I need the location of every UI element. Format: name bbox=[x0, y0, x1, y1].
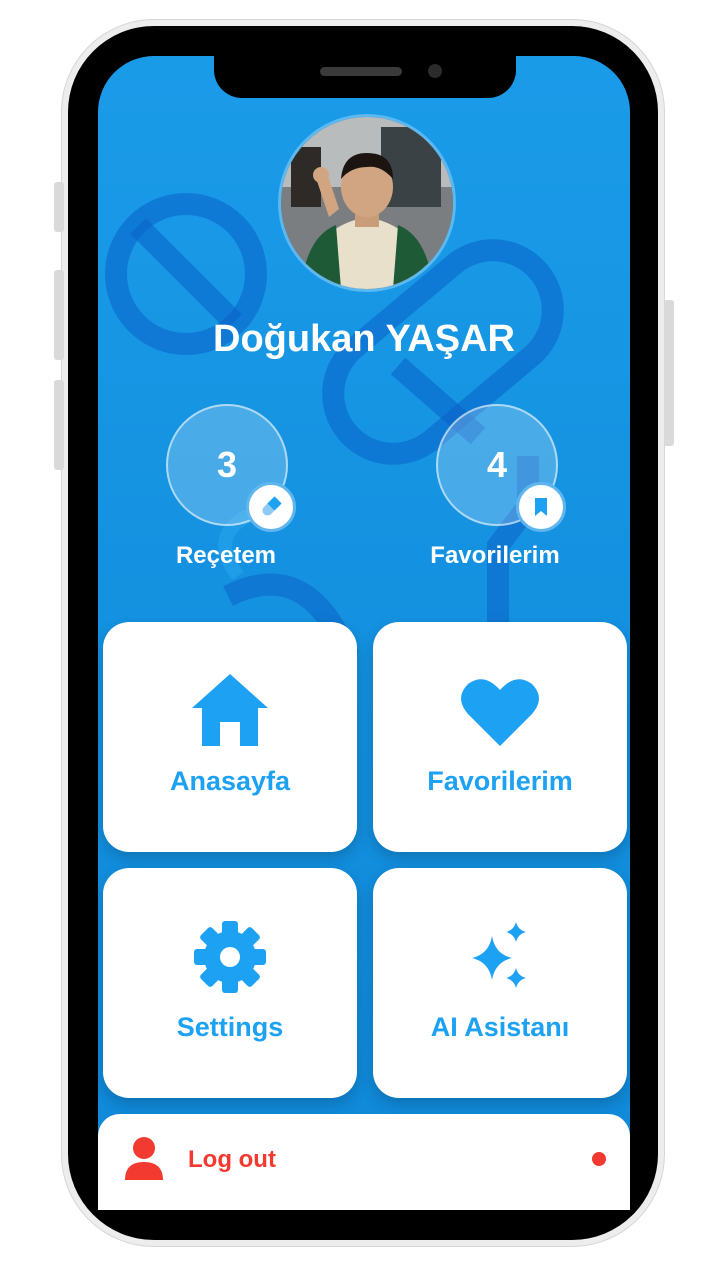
profile-name: Doğukan YAŞAR bbox=[213, 318, 515, 360]
device-notch bbox=[214, 56, 516, 98]
avatar[interactable] bbox=[278, 114, 456, 292]
bookmark-badge bbox=[516, 482, 566, 532]
prescription-count: 3 bbox=[216, 444, 238, 485]
front-camera bbox=[428, 64, 442, 78]
person-icon bbox=[125, 1137, 163, 1180]
settings-card[interactable]: Settings bbox=[103, 868, 357, 1098]
favorites-card[interactable]: Favorilerim bbox=[373, 622, 627, 852]
volume-up-button bbox=[54, 270, 64, 360]
sparkle-icon bbox=[472, 922, 526, 988]
speaker-grille bbox=[320, 67, 402, 76]
power-button bbox=[664, 300, 674, 446]
ai-assistant-label: AI Asistanı bbox=[430, 1012, 570, 1042]
prescription-label: Reçetem bbox=[175, 542, 277, 569]
bookmark-icon bbox=[535, 498, 547, 516]
heart-icon bbox=[461, 679, 539, 746]
pill-badge bbox=[246, 482, 296, 532]
logout-button[interactable]: Log out bbox=[98, 1114, 630, 1210]
ai-assistant-card[interactable]: AI Asistanı bbox=[373, 868, 627, 1098]
gear-icon bbox=[194, 921, 266, 993]
favorites-label: Favorilerim bbox=[430, 542, 560, 569]
mute-switch bbox=[54, 182, 64, 232]
home-icon bbox=[192, 674, 268, 746]
pill-icon bbox=[262, 496, 282, 516]
favorites-card-label: Favorilerim bbox=[427, 766, 573, 796]
settings-label: Settings bbox=[176, 1012, 284, 1042]
home-label: Anasayfa bbox=[169, 766, 291, 796]
logout-indicator-dot bbox=[592, 1152, 606, 1166]
volume-down-button bbox=[54, 380, 64, 470]
avatar-photo bbox=[281, 117, 453, 289]
favorites-count: 4 bbox=[486, 444, 508, 485]
logout-label: Log out bbox=[188, 1146, 276, 1173]
home-card[interactable]: Anasayfa bbox=[103, 622, 357, 852]
